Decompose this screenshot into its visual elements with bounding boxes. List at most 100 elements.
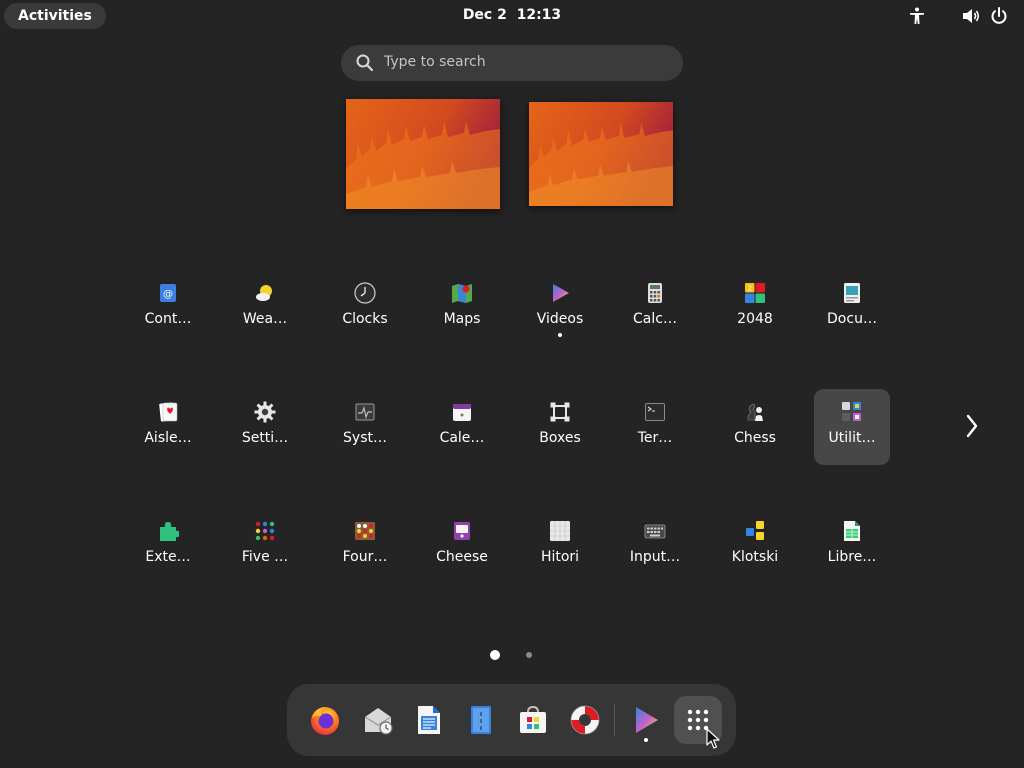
app-contacts[interactable]: @ Cont… [130, 270, 206, 346]
dock-libreoffice-writer[interactable] [405, 696, 453, 744]
clock: Dec 2 12:13 [0, 7, 1024, 23]
app-label: Exte… [145, 549, 191, 565]
dock-mail[interactable] [354, 696, 402, 744]
app-label: Aisle… [144, 430, 192, 446]
app-calendar[interactable]: Cale… [424, 389, 500, 465]
app-hitori[interactable]: Hitori [522, 508, 598, 584]
app-weather[interactable]: Wea… [227, 270, 303, 346]
app-maps[interactable]: Maps [424, 270, 500, 346]
cheese-icon [454, 522, 470, 540]
mouse-pointer-icon [706, 728, 720, 749]
utilities-folder-icon [842, 402, 861, 421]
videos-icon [636, 707, 658, 733]
software-icon [520, 705, 546, 733]
page-indicator-1[interactable] [490, 650, 500, 660]
app-label: 2048 [737, 311, 773, 327]
dock [287, 684, 736, 756]
chess-icon [747, 403, 763, 421]
running-indicator [558, 333, 562, 337]
activities-button[interactable]: Activities [4, 3, 106, 29]
page-indicator-2[interactable] [526, 652, 532, 658]
app-label: Cheese [436, 549, 488, 565]
clocks-icon [354, 282, 376, 304]
app-folder-utilities[interactable]: Utilit… [814, 389, 890, 465]
power-icon[interactable] [989, 6, 1009, 26]
app-input-method[interactable]: Input… [617, 508, 693, 584]
volume-icon[interactable] [961, 6, 981, 26]
app-label: Cont… [144, 311, 192, 327]
videos-icon [553, 284, 569, 302]
app-label: Input… [629, 549, 681, 565]
wallpaper-image [346, 99, 500, 209]
app-four-in-a-row[interactable]: Four… [327, 508, 403, 584]
maps-icon [452, 284, 472, 303]
app-five-or-more[interactable]: Five … [227, 508, 303, 584]
extensions-icon [160, 522, 179, 541]
app-label: Wea… [242, 311, 288, 327]
app-chess[interactable]: Chess [717, 389, 793, 465]
app-libreoffice-calc[interactable]: Libre… [814, 508, 890, 584]
dock-software[interactable] [509, 696, 557, 744]
accessibility-icon[interactable] [907, 6, 927, 26]
dock-help[interactable] [561, 696, 609, 744]
app-klotski[interactable]: Klotski [717, 508, 793, 584]
clock-date: Dec 2 [462, 7, 507, 23]
settings-icon [254, 401, 276, 423]
mail-icon [364, 708, 393, 735]
app-terminal[interactable]: Ter… [617, 389, 693, 465]
app-system-monitor[interactable]: Syst… [327, 389, 403, 465]
input-method-icon [644, 524, 666, 539]
system-monitor-icon [355, 403, 375, 421]
libreoffice-writer-icon [418, 706, 440, 734]
help-icon [570, 705, 600, 735]
svg-text:@: @ [163, 289, 173, 300]
app-label: Libre… [827, 549, 877, 565]
firefox-icon [311, 707, 339, 735]
app-clocks[interactable]: Clocks [327, 270, 403, 346]
app-label: Cale… [439, 430, 485, 446]
text-editor-icon [471, 706, 491, 734]
app-label: Utilit… [828, 430, 876, 446]
running-indicator [644, 738, 648, 742]
app-videos[interactable]: Videos [522, 270, 598, 346]
clock-time: 12:13 [516, 7, 562, 23]
workspace-thumbnail-2[interactable] [529, 102, 673, 206]
terminal-icon [645, 403, 665, 421]
search-field[interactable]: Type to search [341, 45, 683, 81]
four-in-a-row-icon [355, 522, 375, 540]
app-label: Videos [536, 311, 584, 327]
app-cheese[interactable]: Cheese [424, 508, 500, 584]
app-label: Chess [734, 430, 776, 446]
app-label: Syst… [343, 430, 387, 446]
app-calculator[interactable]: Calc… [617, 270, 693, 346]
clock-date-time[interactable]: Dec 2 12:13 [463, 7, 561, 23]
app-extensions[interactable]: Exte… [130, 508, 206, 584]
next-page-arrow-icon[interactable] [960, 412, 984, 440]
dock-text-editor[interactable] [457, 696, 505, 744]
dock-separator [614, 704, 615, 736]
libreoffice-calc-icon [844, 521, 860, 541]
svg-text:2: 2 [747, 285, 751, 293]
app-label: Hitori [540, 549, 580, 565]
app-label: Boxes [539, 430, 581, 446]
app-settings[interactable]: Setti… [227, 389, 303, 465]
app-document-viewer[interactable]: Docu… [814, 270, 890, 346]
app-label: Setti… [241, 430, 289, 446]
dock-videos[interactable] [622, 696, 670, 744]
calculator-icon [648, 283, 662, 303]
app-label: Four… [342, 549, 388, 565]
hitori-icon [550, 521, 570, 541]
app-label: Klotski [731, 549, 779, 565]
app-label: Maps [443, 311, 481, 327]
dock-firefox[interactable] [301, 696, 349, 744]
contacts-icon: @ [160, 284, 176, 302]
app-aisleriot[interactable]: Aisle… [130, 389, 206, 465]
weather-icon [256, 285, 272, 301]
aisleriot-icon [159, 402, 178, 422]
app-2048[interactable]: 2 2048 [717, 270, 793, 346]
app-label: Five … [241, 549, 289, 565]
top-bar: Activities Dec 2 12:13 [0, 0, 1024, 32]
app-boxes[interactable]: Boxes [522, 389, 598, 465]
workspace-thumbnail-1[interactable] [346, 99, 500, 209]
search-icon [356, 54, 374, 72]
